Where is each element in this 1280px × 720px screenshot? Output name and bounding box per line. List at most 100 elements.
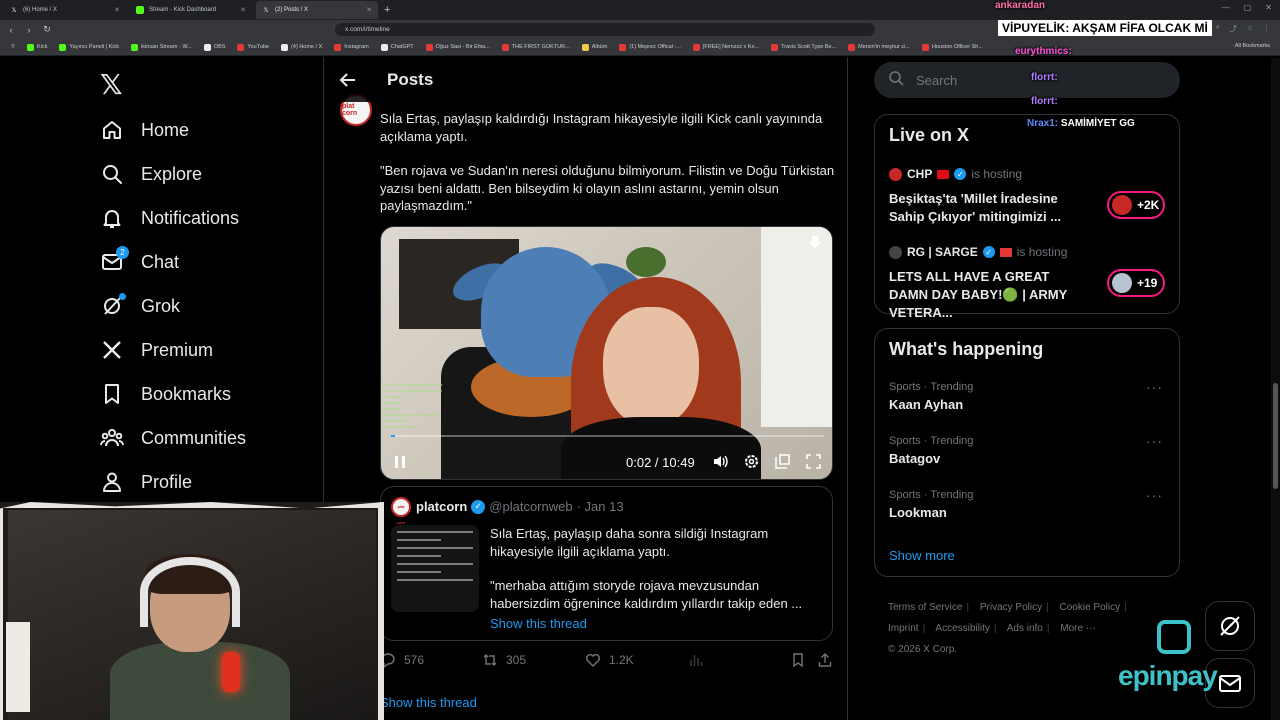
bookmark-item[interactable]: Yayıncı Paneli | Kick	[54, 43, 124, 51]
quoted-post[interactable]: plat corn platcorn ✓ @platcornweb · Jan …	[380, 486, 833, 641]
video-player[interactable]: sen ne ocak oynamilar yazdan ne emoriye …	[380, 226, 833, 480]
close-icon[interactable]: ✕	[114, 6, 120, 14]
nav-label: Bookmarks	[141, 383, 232, 404]
new-tab-button[interactable]: +	[384, 4, 390, 16]
like-button[interactable]: 1.2K	[585, 652, 634, 668]
bookmark-item[interactable]: Oğuz Sasi - Bir Efsa...	[421, 43, 495, 51]
nav-item-explore[interactable]: Explore	[100, 152, 246, 196]
bookmark-item[interactable]: ikinsan Stream - W...	[126, 43, 197, 51]
trend-item[interactable]: Sports · Trending Lookman	[889, 489, 973, 520]
more-options-icon[interactable]: ···	[1146, 487, 1163, 503]
youtube-icon	[237, 43, 245, 51]
forward-icon[interactable]: ›	[22, 25, 36, 35]
volume-icon[interactable]	[712, 453, 729, 470]
nav-item-communities[interactable]: Communities	[100, 416, 246, 460]
quote-thumbnail[interactable]	[391, 525, 479, 612]
like-count: 1.2K	[609, 653, 634, 667]
reload-icon[interactable]: ↻	[40, 24, 54, 35]
quote-header: platcorn ✓ @platcornweb · Jan 13	[416, 499, 624, 514]
download-icon[interactable]	[808, 235, 822, 249]
nav-label: Notifications	[141, 207, 240, 228]
quote-show-thread-link[interactable]: Show this thread	[490, 616, 587, 631]
bookmark-button[interactable]	[790, 652, 806, 668]
scrollbar[interactable]	[1271, 58, 1280, 720]
views-button[interactable]	[688, 652, 704, 668]
close-window-icon[interactable]: ✕	[1265, 3, 1272, 12]
bookmark-item[interactable]: Houston Officer Sh...	[917, 43, 988, 51]
pause-icon[interactable]	[393, 455, 407, 469]
obs-icon	[203, 43, 211, 51]
close-icon[interactable]: ✕	[240, 6, 246, 14]
bookmark-item[interactable]: [FREE] Nemzzz x Ke...	[688, 43, 764, 51]
views-icon	[690, 655, 703, 666]
reply-button[interactable]: 576	[380, 652, 424, 668]
footer-link[interactable]: Accessibility	[935, 623, 989, 634]
quote-author-avatar[interactable]: plat corn	[391, 497, 411, 525]
scrollbar-thumb[interactable]	[1273, 383, 1278, 489]
show-thread-link[interactable]: Show this thread	[380, 695, 477, 710]
nav-item-bookmarks[interactable]: Bookmarks	[100, 372, 246, 416]
more-options-icon[interactable]: ···	[1146, 433, 1163, 449]
live-listeners-pill[interactable]: +19	[1107, 269, 1165, 297]
footer-link[interactable]: Imprint	[888, 623, 919, 634]
live-host-name: RG | SARGE	[907, 245, 978, 259]
apps-icon[interactable]: ⠿	[6, 44, 20, 50]
listener-count: +2K	[1137, 198, 1160, 212]
back-arrow-icon[interactable]	[338, 70, 358, 90]
nav-label: Home	[141, 119, 190, 140]
listener-avatar	[1112, 273, 1132, 293]
bookmark-item[interactable]: Albüm	[577, 43, 613, 51]
browser-tab-kick[interactable]: Stream - Kick Dashboard ✕	[130, 1, 252, 19]
video-plant	[626, 247, 666, 277]
bookmark-item[interactable]: (1) Meprez Offical -...	[614, 43, 686, 51]
bookmark-item[interactable]: OBS	[199, 43, 231, 51]
bookmark-item[interactable]: THE FIRST GOKTUR...	[497, 43, 575, 51]
nav-item-grok[interactable]: Grok	[100, 284, 246, 328]
pip-icon[interactable]	[774, 453, 791, 470]
x-logo-icon[interactable]: 𝕏	[100, 68, 123, 101]
footer-links: Terms of Service | Privacy Policy | Cookie…	[888, 597, 1178, 660]
nav-item-notifications[interactable]: Notifications	[100, 196, 246, 240]
browser-tab-home[interactable]: 𝕏 (6) Home / X ✕	[4, 1, 126, 19]
instagram-icon	[334, 43, 342, 51]
footer-link[interactable]: Privacy Policy	[980, 602, 1042, 613]
grok-fab-button[interactable]	[1205, 601, 1255, 651]
bookmark-item[interactable]: YouTube	[232, 43, 274, 51]
footer-link[interactable]: Terms of Service	[888, 602, 962, 613]
live-title[interactable]: Beşiktaş'ta 'Millet İradesine Sahip Çıkı…	[889, 190, 1089, 226]
nav-item-home[interactable]: Home	[100, 108, 246, 152]
footer-link[interactable]: More ···	[1060, 623, 1096, 634]
youtube-icon	[771, 43, 779, 51]
bookmark-item[interactable]: Travis Scott Type Be...	[766, 43, 841, 51]
trend-item[interactable]: Sports · Trending Kaan Ayhan	[889, 381, 973, 412]
settings-icon[interactable]	[743, 453, 760, 470]
more-options-icon[interactable]: ···	[1146, 379, 1163, 395]
live-listeners-pill[interactable]: +2K	[1107, 191, 1165, 219]
nav-item-premium[interactable]: Premium	[100, 328, 246, 372]
footer-link[interactable]: Cookie Policy	[1060, 602, 1121, 613]
nav-item-chat[interactable]: 2 Chat	[100, 240, 246, 284]
fullscreen-icon[interactable]	[805, 453, 822, 470]
live-host-row[interactable]: CHP ✓ is hosting	[889, 167, 1022, 181]
posts-header: Posts	[324, 58, 847, 102]
browser-tab-posts[interactable]: 𝕏 (2) Posts / X ✕	[256, 1, 378, 19]
footer-link[interactable]: Ads info	[1007, 623, 1043, 634]
chat-user: eurythmics:	[1015, 46, 1072, 57]
close-icon[interactable]: ✕	[366, 6, 372, 14]
url-field[interactable]: x.com/i/timeline	[335, 23, 875, 36]
bookmark-item[interactable]: Mersin'in meşhur ci...	[843, 43, 915, 51]
repost-button[interactable]: 305	[482, 652, 526, 668]
live-title[interactable]: LETS ALL HAVE A GREAT DAMN DAY BABY!🟢 | …	[889, 268, 1089, 322]
bookmark-item[interactable]: (4) Home / X	[276, 43, 327, 51]
trend-item[interactable]: Sports · Trending Batagov	[889, 435, 973, 466]
bookmark-item[interactable]: Kick	[22, 43, 52, 51]
live-host-row[interactable]: RG | SARGE ✓ is hosting	[889, 245, 1067, 259]
back-icon[interactable]: ‹	[4, 25, 18, 35]
bookmark-item[interactable]: Instagram	[329, 43, 373, 51]
show-more-link[interactable]: Show more	[889, 548, 955, 563]
video-progress-bar[interactable]	[391, 435, 824, 437]
quote-author-name[interactable]: platcorn	[416, 499, 467, 514]
bookmark-item[interactable]: ChatGPT	[376, 43, 419, 51]
nav-item-profile[interactable]: Profile	[100, 460, 246, 504]
share-button[interactable]	[817, 652, 833, 668]
